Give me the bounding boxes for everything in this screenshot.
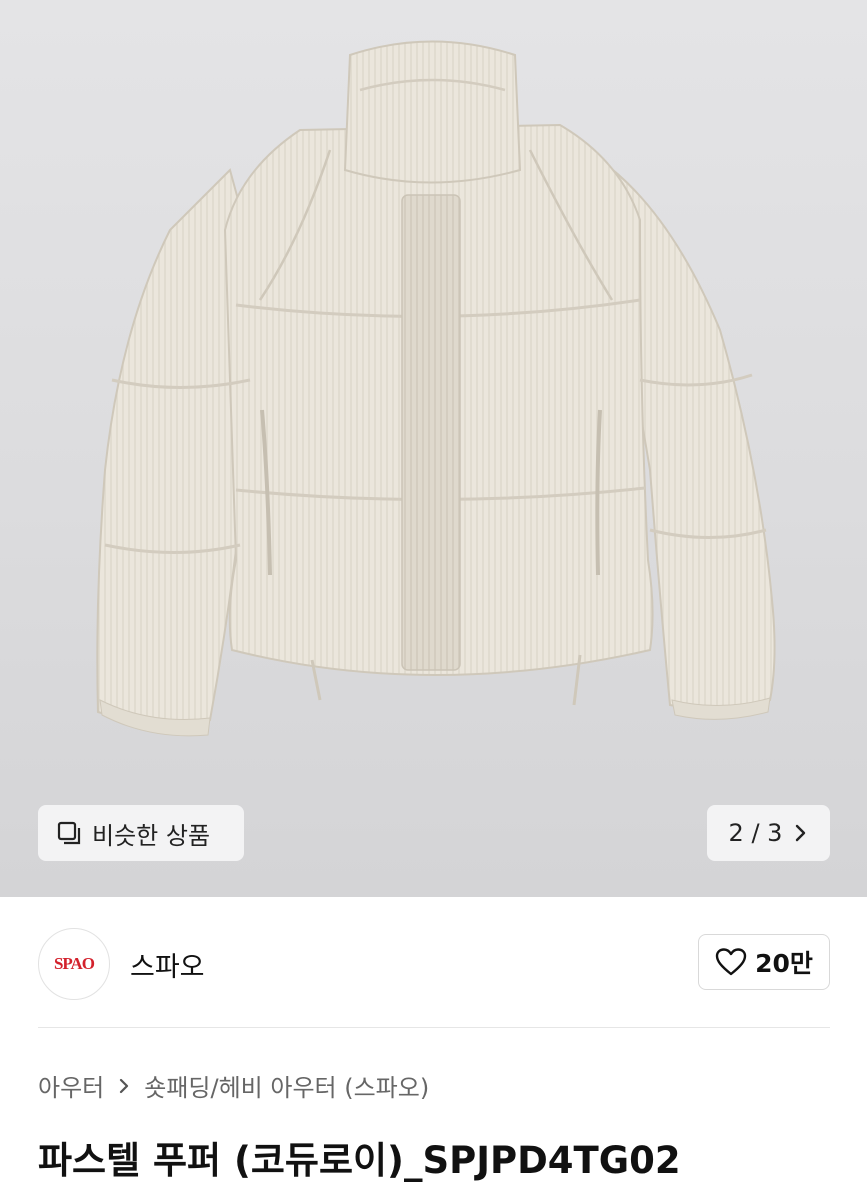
brand-name[interactable]: 스파오 [130, 945, 205, 984]
similar-items-icon [57, 821, 81, 845]
brand-logo[interactable]: SPAO [38, 928, 110, 1000]
like-button[interactable]: 20만 [698, 934, 830, 990]
like-count: 20만 [755, 949, 813, 978]
product-title: 파스텔 푸퍼 (코듀로이)_SPJPD4TG02 [38, 1139, 681, 1182]
breadcrumb-subcategory[interactable]: 숏패딩/헤비 아우터 (스파오) [144, 1068, 429, 1103]
chevron-right-icon [120, 1078, 129, 1093]
breadcrumb: 아우터 숏패딩/헤비 아우터 (스파오) [38, 1068, 429, 1103]
chevron-right-icon [796, 824, 806, 842]
breadcrumb-category[interactable]: 아우터 [38, 1068, 104, 1103]
image-pagination-button[interactable]: 2 / 3 [707, 805, 830, 861]
similar-products-label: 비슷한 상품 [92, 821, 211, 850]
brand-logo-text: SPAO [53, 954, 95, 973]
seller-row: SPAO 스파오 20만 [38, 928, 830, 1000]
jacket-photo [96, 40, 776, 737]
similar-products-button[interactable]: 비슷한 상품 [38, 805, 244, 861]
divider [38, 1027, 830, 1028]
product-image[interactable]: 비슷한 상품 2 / 3 [0, 0, 867, 897]
heart-icon [715, 948, 747, 976]
image-page-indicator: 2 / 3 [728, 819, 783, 847]
